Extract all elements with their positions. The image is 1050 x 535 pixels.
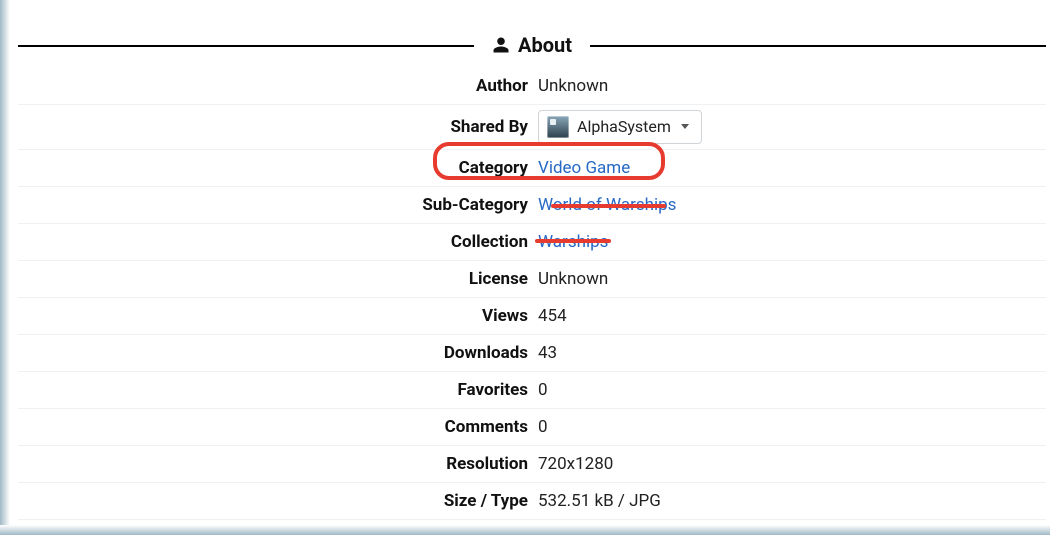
row-comments: Comments 0	[18, 409, 1046, 446]
value-comments: 0	[538, 416, 1046, 438]
section-title: About	[518, 33, 572, 57]
value-views: 454	[538, 305, 1046, 327]
row-sub-category: Sub-Category World of Warships	[18, 187, 1046, 224]
row-favorites: Favorites 0	[18, 372, 1046, 409]
label-views: Views	[18, 305, 538, 327]
row-downloads: Downloads 43	[18, 335, 1046, 372]
section-legend: About	[474, 33, 590, 57]
label-sub-category: Sub-Category	[18, 194, 538, 216]
value-resolution: 720x1280	[538, 453, 1046, 475]
value-favorites: 0	[538, 379, 1046, 401]
row-collection: Collection Warships	[18, 224, 1046, 261]
row-resolution: Resolution 720x1280	[18, 446, 1046, 483]
link-collection[interactable]: Warships	[538, 232, 608, 252]
value-sub-category: World of Warships	[538, 194, 1046, 216]
value-collection: Warships	[538, 231, 1046, 253]
row-date-added: Date Added 3 years ago	[18, 520, 1046, 535]
label-collection: Collection	[18, 231, 538, 253]
about-section-header: About	[18, 28, 1046, 62]
value-date-added: 3 years ago	[538, 527, 1046, 535]
label-comments: Comments	[18, 416, 538, 438]
row-license: License Unknown	[18, 261, 1046, 298]
label-license: License	[18, 268, 538, 290]
value-category: Video Game	[538, 157, 1046, 179]
label-resolution: Resolution	[18, 453, 538, 475]
person-icon	[492, 36, 510, 54]
label-downloads: Downloads	[18, 342, 538, 364]
value-license: Unknown	[538, 268, 1046, 290]
row-category: Category Video Game	[18, 150, 1046, 187]
row-views: Views 454	[18, 298, 1046, 335]
value-size-type: 532.51 kB / JPG	[538, 490, 1046, 512]
label-size-type: Size / Type	[18, 490, 538, 512]
value-downloads: 43	[538, 342, 1046, 364]
label-category: Category	[18, 157, 538, 179]
link-sub-category[interactable]: World of Warships	[538, 195, 676, 215]
row-author: Author Unknown	[18, 68, 1046, 105]
label-shared-by: Shared By	[18, 116, 538, 138]
about-table: Author Unknown Shared By AlphaSystem Cat…	[18, 68, 1046, 535]
avatar	[547, 116, 569, 138]
row-size-type: Size / Type 532.51 kB / JPG	[18, 483, 1046, 520]
shared-by-dropdown[interactable]: AlphaSystem	[538, 110, 702, 144]
shared-by-username: AlphaSystem	[577, 117, 671, 138]
value-shared-by: AlphaSystem	[538, 110, 1046, 144]
label-date-added: Date Added	[18, 527, 538, 535]
label-author: Author	[18, 75, 538, 97]
label-favorites: Favorites	[18, 379, 538, 401]
value-author: Unknown	[538, 75, 1046, 97]
row-shared-by: Shared By AlphaSystem	[18, 105, 1046, 150]
chevron-down-icon	[681, 124, 689, 129]
link-category[interactable]: Video Game	[538, 158, 630, 178]
